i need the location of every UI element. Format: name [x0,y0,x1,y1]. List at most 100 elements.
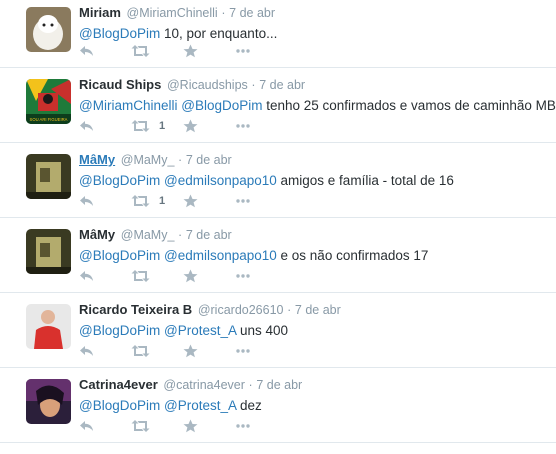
favorite-button[interactable] [183,44,235,58]
author-username[interactable]: @MaMy_ [121,228,175,242]
favorite-button[interactable] [183,344,235,358]
tweet-text-fragment: 10, por enquanto... [160,26,278,41]
mention-link[interactable]: @edmilsonpapo10 [164,248,277,263]
retweet-icon [131,269,150,283]
reply-icon [79,419,95,433]
reply-button[interactable] [79,419,131,433]
reply-button[interactable] [79,194,131,208]
author-fullname[interactable]: Miriam [79,5,121,20]
author-username[interactable]: @ricardo26610 [198,303,284,317]
avatar[interactable]: SOU ARI FIGUEIRA [26,79,71,124]
timeline: Miriam @MiriamChinelli · 7 de abr @BlogD… [0,0,556,443]
retweet-button[interactable] [131,44,183,58]
tweet[interactable]: Miriam @MiriamChinelli · 7 de abr @BlogD… [0,0,556,68]
tweet-text-fragment: e os não confirmados 17 [276,248,429,263]
tweet-content: Ricaud Ships @Ricaudships · 7 de abr @Mi… [79,77,556,115]
more-button[interactable] [235,419,287,433]
author-fullname[interactable]: Ricardo Teixeira B [79,302,192,317]
more-button[interactable] [235,194,287,208]
mention-link[interactable]: @BlogDoPim [181,98,262,113]
mention-link[interactable]: @BlogDoPim [79,323,160,338]
tweet-actions [79,342,287,360]
reply-button[interactable] [79,269,131,283]
more-button[interactable] [235,44,287,58]
avatar-caption: SOU ARI FIGUEIRA [30,117,68,122]
reply-icon [79,44,95,58]
favorite-button[interactable] [183,194,235,208]
reply-button[interactable] [79,119,131,133]
mention-link[interactable]: @BlogDoPim [79,248,160,263]
favorite-button[interactable] [183,419,235,433]
tweet[interactable]: Ricardo Teixeira B @ricardo26610 · 7 de … [0,293,556,368]
avatar[interactable] [26,7,71,52]
mention-link[interactable]: @Protest_A [164,323,236,338]
mention-link[interactable]: @MiriamChinelli [79,98,177,113]
star-icon [183,44,198,58]
author-username[interactable]: @MiriamChinelli [127,6,218,20]
tweet[interactable]: MâMy @MaMy_ · 7 de abr @BlogDoPim @edmil… [0,218,556,293]
retweet-icon [131,344,150,358]
tweet-header: MâMy @MaMy_ · 7 de abr [79,227,548,243]
reply-button[interactable] [79,344,131,358]
tweet-text: @BlogDoPim @Protest_A dez [79,397,548,415]
tweet-header: MâMy @MaMy_ · 7 de abr [79,152,548,168]
tweet-timestamp[interactable]: 7 de abr [229,6,275,20]
more-icon [235,419,251,433]
avatar[interactable] [26,379,71,424]
author-fullname[interactable]: MâMy [79,152,115,167]
author-username[interactable]: @MaMy_ [121,153,175,167]
tweet[interactable]: MâMy @MaMy_ · 7 de abr @BlogDoPim @edmil… [0,143,556,218]
retweet-button[interactable]: 1 [131,194,183,208]
tweet-content: MâMy @MaMy_ · 7 de abr @BlogDoPim @edmil… [79,227,548,265]
favorite-button[interactable] [183,269,235,283]
tweet-timestamp[interactable]: 7 de abr [256,378,302,392]
author-username[interactable]: @Ricaudships [167,78,248,92]
tweet[interactable]: SOU ARI FIGUEIRA Ricaud Ships @Ricaudshi… [0,68,556,143]
avatar[interactable] [26,304,71,349]
tweet-timestamp[interactable]: 7 de abr [186,228,232,242]
more-button[interactable] [235,344,287,358]
more-icon [235,119,251,133]
tweet-text: @MiriamChinelli @BlogDoPim tenho 25 conf… [79,97,556,115]
header-separator: · [251,78,256,92]
star-icon [183,119,198,133]
tweet-text-fragment: amigos e família - total de 16 [276,173,454,188]
more-button[interactable] [235,269,287,283]
author-fullname[interactable]: MâMy [79,227,115,242]
reply-icon [79,119,95,133]
tweet-header: Miriam @MiriamChinelli · 7 de abr [79,5,548,21]
reply-button[interactable] [79,44,131,58]
more-icon [235,269,251,283]
more-icon [235,44,251,58]
avatar[interactable] [26,229,71,274]
author-username[interactable]: @catrina4ever [163,378,244,392]
mention-link[interactable]: @BlogDoPim [79,173,160,188]
tweet-timestamp[interactable]: 7 de abr [295,303,341,317]
tweet-actions: 1 [79,192,287,210]
tweet-timestamp[interactable]: 7 de abr [259,78,305,92]
author-fullname[interactable]: Catrina4ever [79,377,158,392]
tweet-content: Catrina4ever @catrina4ever · 7 de abr @B… [79,377,548,415]
star-icon [183,194,198,208]
retweet-button[interactable]: 1 [131,119,183,133]
tweet-header: Ricardo Teixeira B @ricardo26610 · 7 de … [79,302,548,318]
favorite-button[interactable] [183,119,235,133]
tweet-header: Catrina4ever @catrina4ever · 7 de abr [79,377,548,393]
author-fullname[interactable]: Ricaud Ships [79,77,161,92]
tweet-text-fragment: tenho 25 confirmados e vamos de caminhão… [262,98,556,113]
avatar[interactable] [26,154,71,199]
tweet-header: Ricaud Ships @Ricaudships · 7 de abr [79,77,548,93]
retweet-button[interactable] [131,344,183,358]
tweet-actions: 1 [79,117,287,135]
mention-link[interactable]: @edmilsonpapo10 [164,173,277,188]
retweet-button[interactable] [131,419,183,433]
more-button[interactable] [235,119,287,133]
tweet-text-fragment: dez [236,398,262,413]
mention-link[interactable]: @Protest_A [164,398,236,413]
mention-link[interactable]: @BlogDoPim [79,398,160,413]
tweet[interactable]: Catrina4ever @catrina4ever · 7 de abr @B… [0,368,556,443]
mention-link[interactable]: @BlogDoPim [79,26,160,41]
tweet-timestamp[interactable]: 7 de abr [186,153,232,167]
retweet-button[interactable] [131,269,183,283]
retweet-icon [131,194,150,208]
